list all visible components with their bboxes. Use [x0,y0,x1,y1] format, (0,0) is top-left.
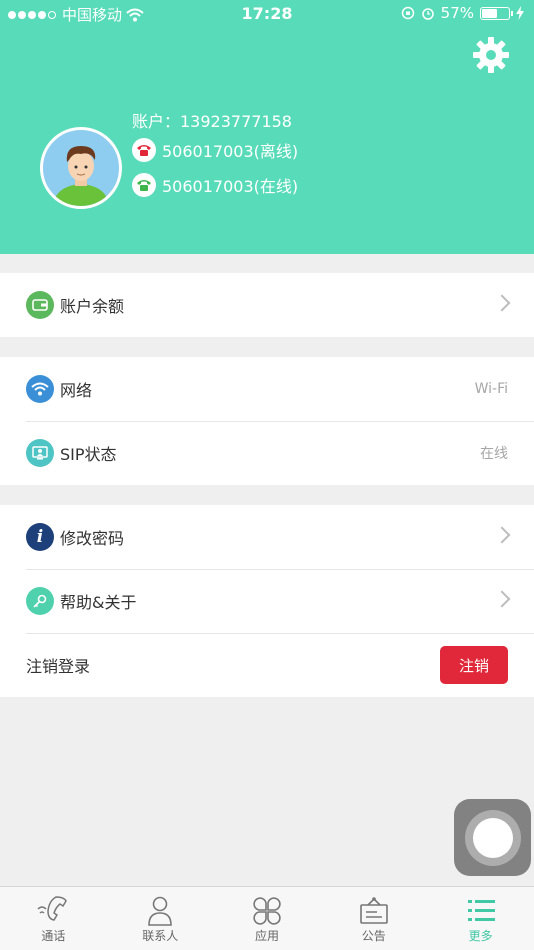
line-online: 506017003(在线) [132,173,298,197]
online-line-number: 506017003(在线) [162,177,299,196]
tab-more[interactable]: 更多 [427,887,534,950]
person-icon [148,896,172,926]
menu-item-logout: 注销登录 注销 [0,633,534,697]
line-offline: 506017003(离线) [132,138,298,162]
orientation-lock-icon [401,6,414,20]
network-value: Wi-Fi [474,381,508,397]
phone-icon [37,896,68,921]
chevron-right-icon [493,294,511,312]
menu-item-network[interactable]: 网络 Wi-Fi [0,357,534,421]
balance-label: 账户余额 [60,297,125,316]
tab-contacts-label: 联系人 [142,929,179,943]
wallet-icon [26,291,54,319]
apps-icon [253,897,281,925]
battery-percent: 57% [440,4,474,22]
tab-notices[interactable]: 公告 [320,887,427,950]
more-list-icon [467,900,495,921]
tab-calls[interactable]: 通话 [0,887,107,950]
online-phone-icon [132,173,156,197]
tab-contacts[interactable]: 联系人 [107,887,214,950]
tab-calls-label: 通话 [41,929,66,943]
assistive-touch-button[interactable] [454,799,531,876]
account-number: 账户：13923777158 [132,112,292,131]
menu-item-help-about[interactable]: 帮助&关于 [0,569,534,633]
menu-item-balance[interactable]: 账户余额 [0,273,534,337]
chevron-right-icon [493,590,511,608]
tab-more-label: 更多 [468,929,493,943]
battery-icon [480,6,513,20]
logout-label: 注销登录 [26,657,91,676]
network-label: 网络 [60,381,93,400]
settings-gear-icon[interactable] [472,36,510,74]
tab-bar: 通话 联系人 应用 公告 更多 [0,886,534,950]
status-bar: 中国移动 17:28 57% [0,0,534,28]
offline-phone-icon [132,138,156,162]
tab-notices-label: 公告 [361,929,386,943]
network-section: 网络 Wi-Fi SIP状态 在线 [0,357,534,485]
assistive-touch-icon [464,809,521,866]
user-avatar-icon [53,146,109,206]
alarm-icon [421,8,434,20]
menu-item-sip-status[interactable]: SIP状态 在线 [0,421,534,485]
key-icon [26,587,54,615]
help-about-label: 帮助&关于 [60,593,137,612]
chevron-right-icon [493,526,511,544]
menu-item-change-password[interactable]: i 修改密码 [0,505,534,569]
wifi-network-icon [26,375,54,403]
offline-line-number: 506017003(离线) [162,142,299,161]
change-password-label: 修改密码 [60,529,125,548]
balance-section: 账户余额 [0,273,534,337]
sip-status-label: SIP状态 [60,445,117,464]
tab-apps-label: 应用 [254,929,279,943]
avatar[interactable] [40,127,122,209]
logout-button[interactable]: 注销 [440,646,508,684]
profile-header: 中国移动 17:28 57% 账户：13923777158 506017003(… [0,0,534,254]
sip-status-value: 在线 [480,446,508,462]
notice-icon [359,897,388,924]
charging-icon [516,6,524,20]
account-section: i 修改密码 帮助&关于 注销登录 注销 [0,505,534,697]
info-icon: i [26,523,54,551]
sip-monitor-icon [26,439,54,467]
tab-apps[interactable]: 应用 [214,887,321,950]
